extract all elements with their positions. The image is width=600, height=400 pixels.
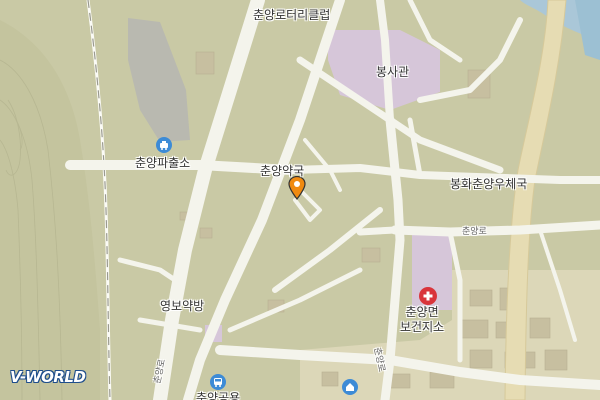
- label-bongsagwan: 봉사관: [376, 65, 410, 79]
- building-icon[interactable]: [342, 379, 358, 395]
- label-health-center-line2: 보건지소: [400, 320, 445, 334]
- label-road-name: 춘양로: [462, 227, 487, 237]
- label-yeongbo-pharmacy: 영보약방: [160, 299, 205, 313]
- location-pin-icon[interactable]: [288, 175, 306, 200]
- label-rotary-club: 춘양로터리클럽: [253, 8, 331, 22]
- label-pharmacy: 춘양약국: [260, 164, 305, 178]
- vworld-logo: V-WORLD: [10, 368, 86, 386]
- map-view[interactable]: 춘양로터리클럽 봉사관 춘양파출소 춘양약국 봉화춘양우체국 춘양로 영보약방 …: [0, 0, 600, 400]
- label-bus-stop: 춘양공용: [196, 391, 241, 400]
- label-post-office: 봉화춘양우체국: [450, 177, 528, 191]
- label-health-center: 춘양면 보건지소: [400, 305, 444, 335]
- label-health-center-line1: 춘양면: [405, 305, 439, 319]
- bus-icon[interactable]: [210, 374, 226, 390]
- label-police-box: 춘양파출소: [135, 156, 191, 170]
- police-icon[interactable]: [156, 137, 172, 153]
- hospital-cross-icon[interactable]: [419, 287, 437, 305]
